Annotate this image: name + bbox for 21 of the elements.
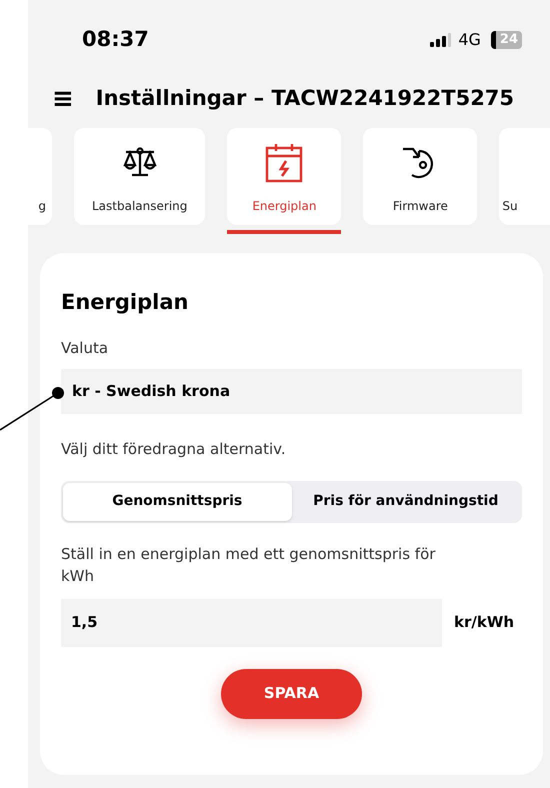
calendar-bolt-icon <box>264 142 304 182</box>
network-type: 4G <box>458 29 481 51</box>
segment-option[interactable]: Genomsnittspris <box>63 482 292 520</box>
save-button[interactable]: SPARA <box>221 668 362 718</box>
status-time: 08:37 <box>82 26 149 54</box>
instruction-text: Välj ditt föredragna alternativ. <box>61 439 287 460</box>
leader-line <box>0 386 66 432</box>
menu-icon[interactable]: ≡ <box>52 86 74 112</box>
scale-icon <box>120 146 159 178</box>
currency-field[interactable]: kr - Swedish krona <box>61 369 522 414</box>
signal-icon <box>430 33 452 47</box>
section-title: Energiplan <box>61 289 190 316</box>
field-label: Valuta <box>61 338 110 358</box>
segment-option[interactable]: Pris för användningstid <box>292 482 520 520</box>
description-text: Ställ in en energiplan med ett genomsnittspris för kWh <box>61 544 436 586</box>
settings-tab[interactable]: g <box>28 128 52 225</box>
page-title: Inställningar – TACW2241922T5275 <box>96 85 514 112</box>
unit-label: kr/kWh <box>454 612 514 634</box>
price-field[interactable]: 1,5 <box>61 598 442 646</box>
settings-tab[interactable]: Su <box>499 128 550 225</box>
battery-indicator: 24 <box>490 31 522 49</box>
